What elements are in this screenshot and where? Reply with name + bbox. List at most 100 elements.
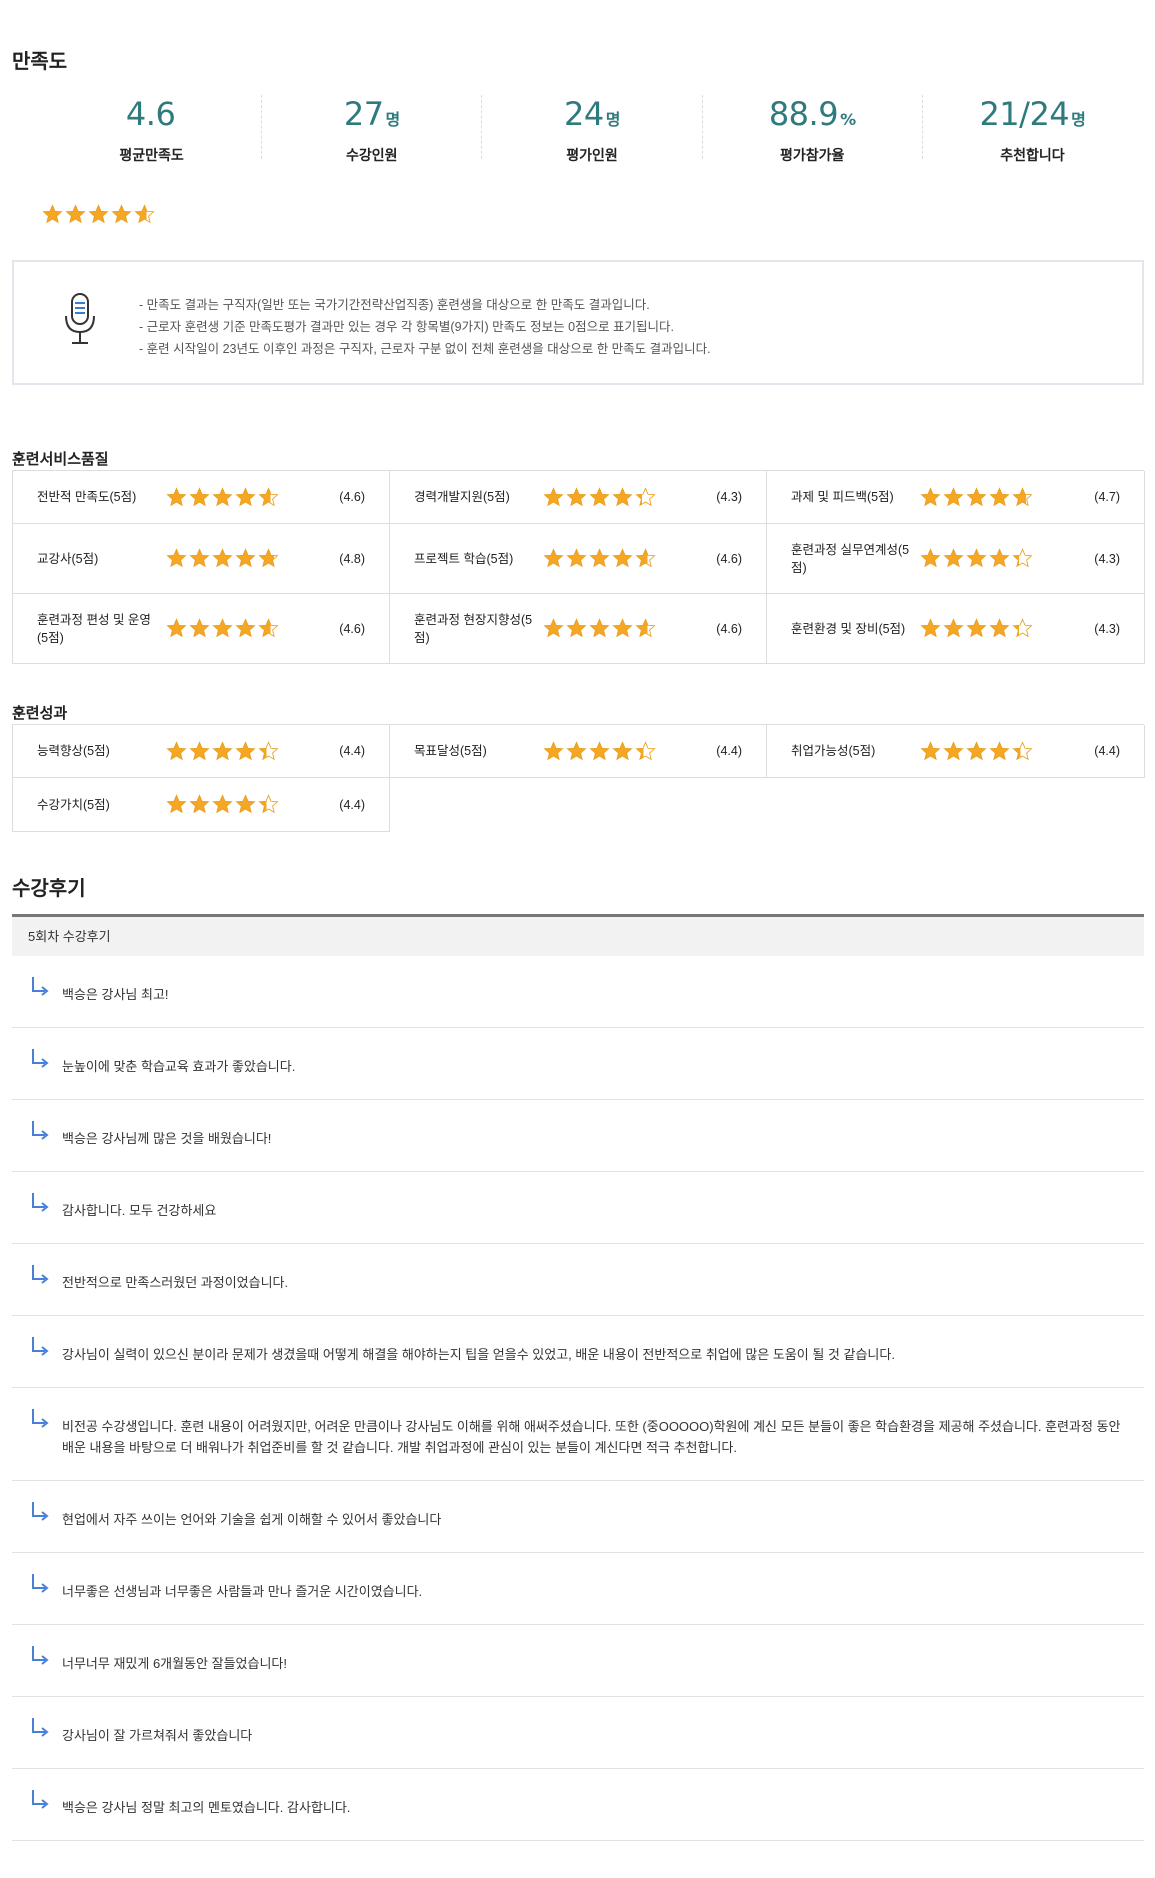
rating-stars [920, 740, 1033, 762]
rating-cell: 취업가능성(5점) (4.4) [767, 725, 1145, 778]
rating-item-name: 전반적 만족도(5점) [37, 490, 137, 504]
star-full-icon [212, 618, 233, 638]
rating-score: (4.6) [339, 621, 365, 636]
star-full-icon [166, 486, 187, 506]
review-item: 전반적으로 만족스러웠던 과정이었습니다. [12, 1244, 1144, 1316]
star-partial-icon [258, 794, 279, 814]
rating-stars [543, 618, 656, 639]
star-full-icon [189, 618, 210, 638]
review-text: 눈높이에 맞춘 학습교육 효과가 좋았습니다. [62, 1059, 296, 1074]
review-item: 강사님이 잘 가르쳐줘서 좋았습니다 [12, 1697, 1144, 1769]
rating-cell: 경력개발지원(5점) (4.3) [390, 471, 767, 524]
star-full-icon [966, 618, 987, 638]
rating-item-name: 훈련과정 편성 및 운영(5점) [37, 612, 151, 645]
star-full-icon [989, 618, 1010, 638]
rating-score: (4.4) [339, 797, 365, 812]
review-text: 너무너무 재밌게 6개월동안 잘들었습니다! [62, 1656, 287, 1671]
star-full-icon [989, 486, 1010, 506]
star-full-icon [566, 486, 587, 506]
stat-label: 평균만족도 [119, 147, 184, 163]
notice-item: - 근로자 훈련생 기준 만족도평가 결과만 있는 경우 각 항목별(9가지) … [139, 320, 675, 334]
star-full-icon [235, 794, 256, 814]
stat-enrolled: 27 명 수강인원 [262, 95, 483, 163]
rating-score: (4.3) [1094, 551, 1120, 566]
outcomes-title: 훈련성과 [12, 705, 68, 722]
rating-cell: 훈련과정 현장지향성(5점) (4.6) [390, 594, 767, 664]
rating-cell: 전반적 만족도(5점) (4.6) [13, 471, 390, 524]
rating-cell: 훈련과정 실무연계성(5점) (4.3) [767, 524, 1145, 594]
reply-arrow-icon [32, 1193, 49, 1212]
star-full-icon [989, 548, 1010, 568]
service-quality-grid: 전반적 만족도(5점) (4.6) 경력개발지원(5점) (4.3) 과제 및 피드백(… [12, 470, 1145, 664]
rating-score: (4.4) [339, 744, 365, 758]
stat-label: 수강인원 [346, 147, 398, 163]
review-text: 백승은 강사님 정말 최고의 멘토였습니다. 감사합니다. [62, 1800, 351, 1815]
reply-arrow-icon [32, 1265, 49, 1284]
star-full-icon [943, 486, 964, 506]
notice-box: - 만족도 결과는 구직자(일반 또는 국가기간전략산업직종) 훈련생을 대상으… [12, 260, 1144, 385]
stats-summary: 4.6 평균만족도 27 명 수강인원 24 명 평가인원 88.9% 평가참가율 … [42, 95, 1142, 163]
stat-value: 27 [343, 95, 384, 133]
review-text: 강사님이 잘 가르쳐줘서 좋았습니다 [62, 1728, 253, 1743]
reply-arrow-icon [32, 1337, 49, 1356]
review-item: 눈높이에 맞춘 학습교육 효과가 좋았습니다. [12, 1028, 1144, 1100]
stat-recommend: 21/24 명 추천합니다 [923, 95, 1142, 163]
reviews-title: 수강후기 [12, 878, 86, 900]
star-full-icon [589, 548, 610, 568]
rating-score: (4.6) [339, 490, 365, 504]
notice-list: - 만족도 결과는 구직자(일반 또는 국가기간전략산업직종) 훈련생을 대상으… [139, 294, 711, 360]
rating-stars [166, 740, 279, 762]
rating-stars [166, 548, 279, 569]
star-full-icon [943, 740, 964, 760]
star-full-icon [589, 486, 610, 506]
review-item: 강사님이 실력이 있으신 분이라 문제가 생겼을때 어떻게 해결을 해야하는지 … [12, 1316, 1144, 1388]
star-full-icon [966, 486, 987, 506]
star-full-icon [189, 740, 210, 760]
rating-score: (4.4) [716, 744, 742, 758]
star-full-icon [543, 486, 564, 506]
rating-stars [543, 548, 656, 569]
star-full-icon [235, 740, 256, 760]
star-partial-icon [1012, 618, 1033, 638]
rating-stars [166, 618, 279, 639]
stat-value: 24 [564, 95, 604, 133]
star-partial-icon [1012, 548, 1033, 568]
review-list: 백승은 강사님 최고! 눈높이에 맞춘 학습교육 효과가 좋았습니다. 백승은 강사… [12, 956, 1144, 1841]
reply-arrow-icon [32, 1646, 49, 1665]
rating-item-name: 훈련과정 실무연계성(5점) [791, 542, 910, 575]
star-full-icon [88, 204, 109, 224]
star-full-icon [612, 740, 633, 760]
star-full-icon [65, 204, 86, 224]
star-full-icon [589, 740, 610, 760]
rating-item-name: 경력개발지원(5점) [414, 490, 510, 504]
satisfaction-title: 만족도 [12, 51, 68, 73]
star-full-icon [989, 740, 1010, 760]
rating-item-name: 프로젝트 학습(5점) [414, 551, 514, 566]
star-full-icon [943, 548, 964, 568]
star-full-icon [920, 740, 941, 760]
star-full-icon [566, 740, 587, 760]
star-full-icon [612, 548, 633, 568]
stat-evaluators: 24 명 평가인원 [482, 95, 703, 163]
star-full-icon [543, 548, 564, 568]
reply-arrow-icon [32, 977, 49, 996]
star-partial-icon [1012, 486, 1033, 506]
rating-item-name: 취업가능성(5점) [791, 744, 876, 758]
rating-score: (4.3) [1094, 621, 1120, 636]
rating-item-name: 과제 및 피드백(5점) [791, 490, 894, 504]
star-full-icon [212, 486, 233, 506]
rating-score: (4.8) [339, 551, 365, 566]
star-partial-icon [258, 548, 279, 568]
review-item: 백승은 강사님께 많은 것을 배웠습니다! [12, 1100, 1144, 1172]
review-text: 백승은 강사님 최고! [62, 987, 169, 1002]
reply-arrow-icon [32, 1049, 49, 1068]
rating-item-name: 교강사(5점) [37, 551, 99, 566]
stat-participation: 88.9% 평가참가율 [703, 95, 923, 163]
star-full-icon [111, 204, 132, 224]
star-partial-icon [635, 740, 656, 760]
review-round-header: 5회차 수강후기 [12, 914, 1144, 956]
star-full-icon [966, 740, 987, 760]
reply-arrow-icon [32, 1502, 49, 1521]
star-partial-icon [258, 618, 279, 638]
rating-score: (4.7) [1094, 490, 1120, 504]
